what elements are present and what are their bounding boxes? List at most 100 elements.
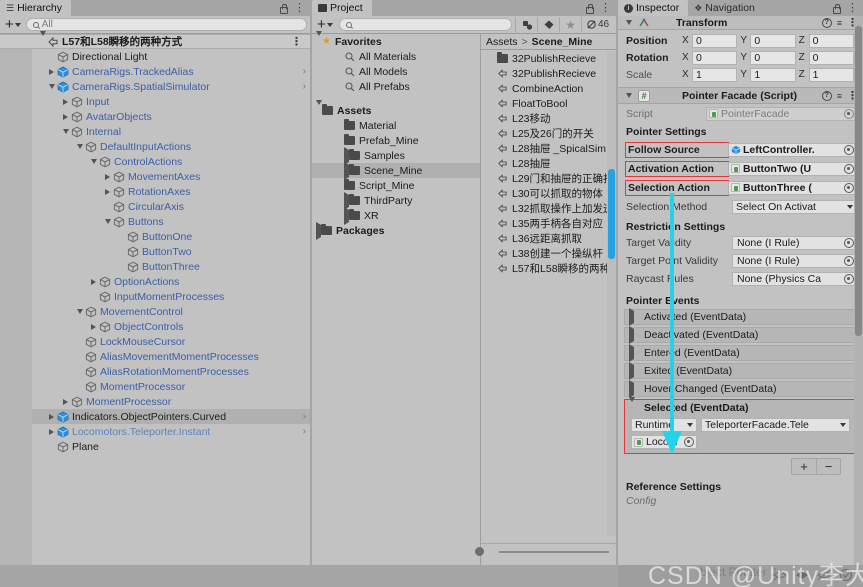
project-tree-row[interactable]: Script_Mine — [312, 178, 480, 193]
object-picker-icon[interactable] — [844, 256, 854, 266]
create-asset-button[interactable]: + — [315, 17, 335, 32]
lock-icon[interactable] — [585, 3, 594, 14]
hierarchy-row[interactable]: MovementAxes — [0, 169, 310, 184]
search-by-label-button[interactable] — [537, 17, 559, 32]
project-tree-row[interactable]: All Materials — [312, 49, 480, 64]
row-expander[interactable] — [629, 362, 639, 380]
asset-row[interactable]: L29门和抽屉的正确打 — [481, 171, 616, 186]
tab-project[interactable]: Project — [312, 0, 372, 16]
hierarchy-row[interactable]: MomentProcessor — [0, 394, 310, 409]
hierarchy-row[interactable]: AliasRotationMomentProcesses — [0, 364, 310, 379]
pointer-event-row[interactable]: Hover Changed (EventData) — [624, 380, 855, 398]
pointer-facade-expander[interactable] — [623, 93, 634, 98]
asset-list-scrollbar-thumb[interactable] — [608, 169, 615, 259]
hierarchy-row[interactable]: CircularAxis — [0, 199, 310, 214]
hierarchy-row[interactable]: CameraRigs.SpatialSimulator › — [0, 79, 310, 94]
kebab-menu-icon[interactable]: ⋮ — [600, 3, 611, 14]
row-expander[interactable] — [102, 188, 113, 195]
hierarchy-row[interactable]: AvatarObjects — [0, 109, 310, 124]
selection-method-dropdown[interactable]: Select On Activat — [732, 199, 857, 214]
asset-row[interactable]: FloatToBool — [481, 96, 616, 111]
inspector-scrollbar-thumb[interactable] — [855, 26, 862, 336]
callback-target-field[interactable]: Locom — [631, 435, 697, 449]
row-expander[interactable] — [88, 159, 99, 164]
project-tree-row[interactable]: XR — [312, 206, 480, 225]
restriction-object-field[interactable]: None (I Rule) — [732, 254, 857, 268]
breadcrumb-scene-mine[interactable]: Scene_Mine — [532, 36, 593, 48]
asset-row[interactable]: L36远距离抓取 — [481, 231, 616, 246]
project-tree-row[interactable]: ★ Favorites — [312, 30, 480, 49]
tab-navigation[interactable]: ❖ Navigation — [688, 0, 764, 16]
asset-row[interactable]: L32抓取操作上加发送 — [481, 201, 616, 216]
hierarchy-row[interactable]: ControlActions — [0, 154, 310, 169]
row-expander[interactable] — [88, 278, 99, 285]
pointer-setting-object-field[interactable]: LeftController. — [728, 142, 857, 157]
hierarchy-row[interactable]: Internal — [0, 124, 310, 139]
hierarchy-search-input[interactable]: All — [25, 18, 307, 31]
asset-row[interactable]: L30可以抓取的物体 — [481, 186, 616, 201]
object-picker-icon[interactable] — [844, 238, 854, 248]
transform-expander[interactable] — [623, 20, 634, 25]
row-expander[interactable] — [46, 428, 57, 435]
asset-row[interactable]: L23移动 — [481, 111, 616, 126]
transform-position-z-input[interactable]: 0 — [808, 33, 854, 48]
transform-scale-y-input[interactable]: 1 — [750, 67, 796, 82]
pointer-setting-object-field[interactable]: ButtonThree ( — [728, 180, 857, 195]
project-tree-row[interactable]: Prefab_Mine — [312, 133, 480, 148]
row-expander[interactable] — [46, 84, 57, 89]
project-tree-row[interactable]: ThirdParty — [312, 191, 480, 210]
pointer-event-row[interactable]: Selected (EventData) — [624, 396, 855, 415]
hierarchy-row[interactable]: DefaultInputActions — [0, 139, 310, 154]
object-picker-icon[interactable] — [844, 144, 854, 155]
hierarchy-row[interactable]: OptionActions — [0, 274, 310, 289]
project-tree-row[interactable]: Packages — [312, 221, 480, 240]
transform-position-y-input[interactable]: 0 — [750, 33, 796, 48]
hierarchy-row[interactable]: Input — [0, 94, 310, 109]
asset-row[interactable]: L28抽屉 — [481, 156, 616, 171]
row-expander[interactable] — [60, 98, 71, 105]
row-expander[interactable] — [629, 326, 639, 344]
lock-icon[interactable] — [279, 3, 288, 14]
row-expander[interactable] — [60, 129, 71, 134]
project-tree-row[interactable]: All Prefabs — [312, 79, 480, 94]
hierarchy-row[interactable]: ButtonOne — [0, 229, 310, 244]
hierarchy-row[interactable]: LockMouseCursor — [0, 334, 310, 349]
row-expander[interactable] — [629, 308, 639, 326]
hierarchy-row[interactable]: ButtonTwo — [0, 244, 310, 259]
hierarchy-row[interactable]: AliasMovementMomentProcesses — [0, 349, 310, 364]
tab-inspector[interactable]: i Inspector — [618, 0, 689, 16]
restriction-object-field[interactable]: None (Physics Ca — [732, 272, 857, 286]
tab-hierarchy[interactable]: ☰ Hierarchy — [0, 0, 72, 16]
object-picker-icon[interactable] — [844, 163, 854, 174]
row-expander[interactable] — [46, 68, 57, 75]
asset-row[interactable]: L35两手柄各自对应 — [481, 216, 616, 231]
transform-rotation-x-input[interactable]: 0 — [692, 50, 738, 65]
hierarchy-row[interactable]: RotationAxes — [0, 184, 310, 199]
asset-row[interactable]: L25及26门的开关 — [481, 126, 616, 141]
hierarchy-row[interactable]: Plane — [0, 439, 310, 454]
asset-row[interactable]: L38创建一个操纵杆 — [481, 246, 616, 261]
project-tree-row[interactable]: All Models — [312, 64, 480, 79]
row-expander[interactable] — [629, 396, 639, 414]
row-expander[interactable] — [60, 398, 71, 405]
row-expander[interactable] — [74, 144, 85, 149]
create-gameobject-button[interactable]: + — [3, 17, 23, 32]
project-tree-row[interactable]: Assets — [312, 99, 480, 118]
project-tree-row[interactable]: Material — [312, 118, 480, 133]
hierarchy-row[interactable]: InputMomentProcesses — [0, 289, 310, 304]
row-expander[interactable] — [60, 113, 71, 120]
chevron-right-icon[interactable]: › — [297, 66, 306, 77]
pointer-event-row[interactable]: Entered (EventData) — [624, 344, 855, 362]
row-expander[interactable] — [102, 173, 113, 180]
pointer-setting-object-field[interactable]: ButtonTwo (U — [728, 161, 857, 176]
object-picker-icon[interactable] — [844, 108, 854, 119]
inspector-scrollbar[interactable] — [854, 16, 863, 573]
object-picker-icon[interactable] — [844, 182, 854, 193]
transform-scale-z-input[interactable]: 1 — [808, 67, 854, 82]
favorite-button[interactable]: ★ — [559, 17, 581, 32]
object-picker-icon[interactable] — [844, 274, 854, 284]
restriction-object-field[interactable]: None (I Rule) — [732, 236, 857, 250]
chevron-right-icon[interactable]: › — [297, 426, 306, 437]
component-header-transform[interactable]: Transform ? ≡ ⋮ — [618, 16, 863, 30]
hierarchy-row[interactable]: Buttons — [0, 214, 310, 229]
